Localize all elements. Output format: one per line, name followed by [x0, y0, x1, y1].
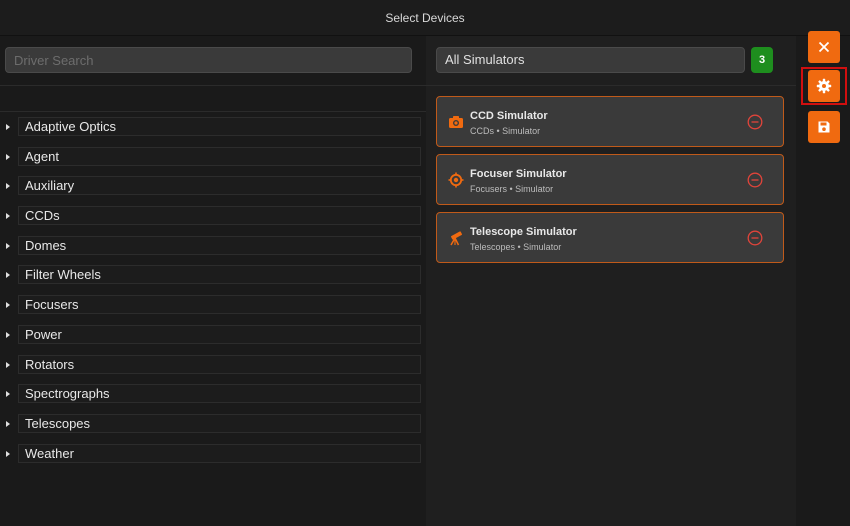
- group-ccds[interactable]: CCDs: [0, 205, 426, 235]
- expand-arrow-icon[interactable]: [6, 124, 10, 130]
- expand-arrow-icon[interactable]: [6, 420, 10, 427]
- device-card-ccd-simulator[interactable]: CCD Simulator CCDs • Simulator: [436, 96, 784, 147]
- group-filter-wheels[interactable]: Filter Wheels: [0, 264, 426, 294]
- device-name: CCD Simulator: [470, 110, 548, 122]
- group-label[interactable]: Filter Wheels: [18, 265, 421, 285]
- group-power[interactable]: Power: [0, 324, 426, 354]
- window-title: Select Devices: [385, 10, 465, 25]
- group-label[interactable]: Domes: [18, 235, 421, 255]
- device-name: Focuser Simulator: [470, 168, 567, 180]
- select-devices-window: Select Devices Adaptive Optics Agent Aux…: [0, 0, 850, 526]
- group-focusers[interactable]: Focusers: [0, 294, 426, 324]
- group-domes[interactable]: Domes: [0, 235, 426, 265]
- expand-arrow-icon[interactable]: [6, 391, 10, 398]
- expand-arrow-icon[interactable]: [6, 361, 10, 368]
- close-button[interactable]: [808, 31, 840, 63]
- device-subtitle: CCDs • Simulator: [470, 126, 541, 136]
- focuser-icon: [448, 172, 464, 188]
- group-label[interactable]: CCDs: [18, 206, 421, 226]
- divider: [0, 111, 426, 112]
- group-label[interactable]: Telescopes: [18, 413, 421, 433]
- group-label[interactable]: Rotators: [18, 354, 421, 374]
- save-button[interactable]: [808, 111, 840, 143]
- camera-icon: [449, 116, 463, 128]
- device-count-badge: 3: [751, 47, 773, 73]
- driver-pane: Adaptive Optics Agent Auxiliary CCDs Dom…: [0, 36, 426, 526]
- expand-arrow-icon[interactable]: [6, 272, 10, 279]
- expand-arrow-icon[interactable]: [6, 450, 10, 457]
- group-auxiliary[interactable]: Auxiliary: [0, 175, 426, 205]
- group-adaptive-optics[interactable]: Adaptive Optics: [0, 116, 426, 146]
- group-label[interactable]: Weather: [18, 443, 421, 463]
- expand-arrow-icon[interactable]: [6, 302, 10, 309]
- expand-arrow-icon[interactable]: [6, 153, 10, 160]
- selected-devices-pane: All Simulators 3 CCD Simulator CCDs • Si…: [426, 36, 796, 526]
- driver-group-list: Adaptive Optics Agent Auxiliary CCDs Dom…: [0, 116, 426, 472]
- remove-circle-icon[interactable]: [747, 172, 763, 188]
- group-spectrographs[interactable]: Spectrographs: [0, 383, 426, 413]
- device-card-telescope-simulator[interactable]: Telescope Simulator Telescopes • Simulat…: [436, 212, 784, 263]
- title-bar: Select Devices: [0, 0, 850, 36]
- driver-search-input[interactable]: [5, 47, 412, 73]
- device-subtitle: Telescopes • Simulator: [470, 242, 562, 252]
- divider: [0, 85, 426, 86]
- group-agent[interactable]: Agent: [0, 146, 426, 176]
- group-label[interactable]: Spectrographs: [18, 384, 421, 404]
- group-label[interactable]: Adaptive Optics: [18, 117, 421, 136]
- telescope-icon: [450, 231, 463, 246]
- expand-arrow-icon[interactable]: [6, 242, 10, 249]
- device-name: Telescope Simulator: [470, 226, 577, 238]
- gear-icon: [816, 78, 832, 94]
- expand-arrow-icon[interactable]: [6, 213, 10, 220]
- group-label[interactable]: Focusers: [18, 295, 421, 315]
- group-label[interactable]: Power: [18, 324, 421, 344]
- settings-button[interactable]: [808, 70, 840, 102]
- save-icon: [818, 121, 830, 133]
- remove-circle-icon[interactable]: [747, 230, 763, 246]
- group-rotators[interactable]: Rotators: [0, 354, 426, 384]
- divider: [426, 85, 796, 86]
- expand-arrow-icon[interactable]: [6, 183, 10, 190]
- group-label[interactable]: Auxiliary: [18, 176, 421, 196]
- remove-circle-icon[interactable]: [747, 114, 763, 130]
- group-telescopes[interactable]: Telescopes: [0, 413, 426, 443]
- expand-arrow-icon[interactable]: [6, 331, 10, 338]
- group-weather[interactable]: Weather: [0, 443, 426, 473]
- group-label[interactable]: Agent: [18, 146, 421, 166]
- device-card-focuser-simulator[interactable]: Focuser Simulator Focusers • Simulator: [436, 154, 784, 205]
- profile-select[interactable]: All Simulators: [436, 47, 745, 73]
- device-subtitle: Focusers • Simulator: [470, 184, 554, 194]
- close-icon: [818, 41, 830, 53]
